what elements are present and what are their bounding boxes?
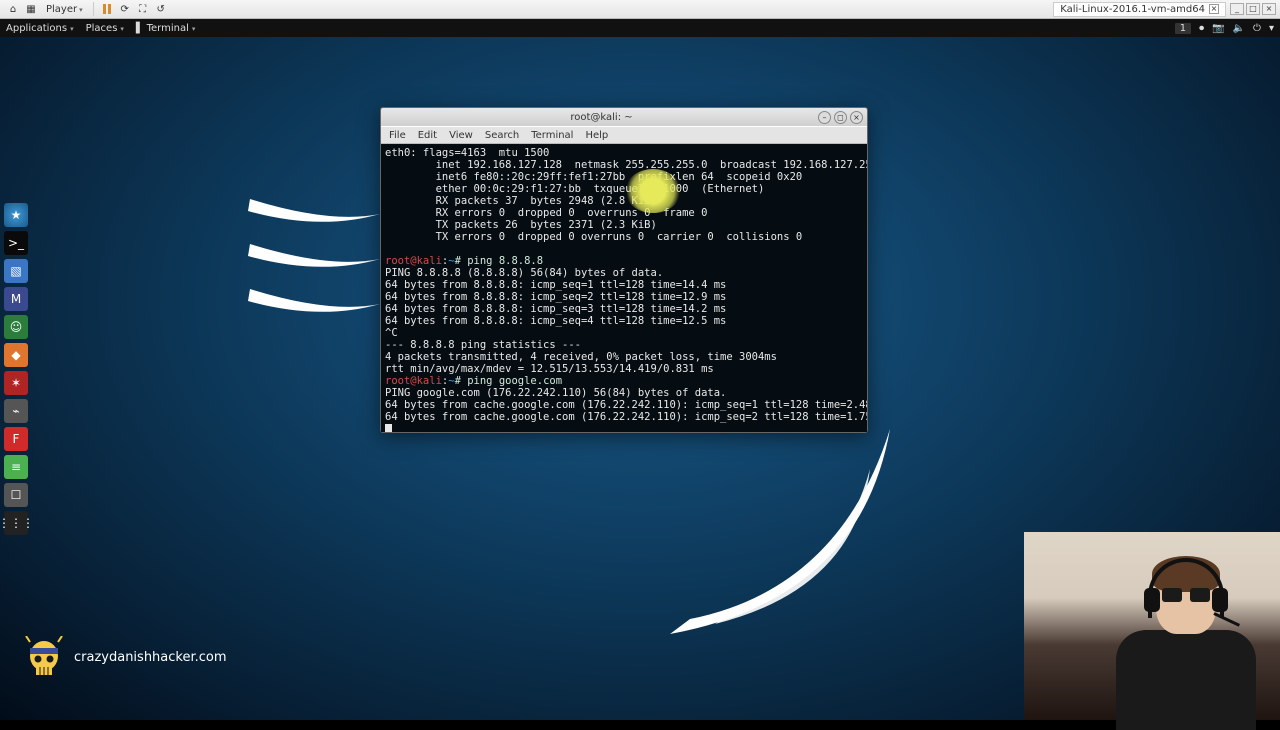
terminal-cursor	[385, 424, 392, 432]
vm-tab-close-icon[interactable]: ×	[1209, 4, 1219, 14]
terminal-window: root@kali: ~ – ◻ × File Edit View Search Ter…	[380, 107, 868, 433]
dock-leafpad[interactable]: ≡	[4, 455, 28, 479]
record-icon[interactable]: ⏺	[1199, 23, 1204, 34]
unity-icon[interactable]: ↺	[154, 2, 168, 16]
power-icon[interactable]: ⏻	[1253, 23, 1261, 34]
home-icon[interactable]: ⌂	[6, 2, 20, 16]
toolbar-separator	[93, 2, 94, 16]
dock-starred[interactable]: ★	[4, 203, 28, 227]
dock-tweaks[interactable]: ☐	[4, 483, 28, 507]
applications-menu[interactable]: Applications	[6, 23, 74, 34]
window-close-icon[interactable]: ×	[850, 111, 863, 124]
dock-beef[interactable]: ⌁	[4, 399, 28, 423]
active-app-menu[interactable]: ▌Terminal	[136, 23, 195, 34]
library-icon[interactable]: ▦	[24, 2, 38, 16]
vmware-toolbar: ⌂ ▦ Player ⟳ ⛶ ↺ Kali-Linux-2016.1-vm-am…	[0, 0, 1280, 19]
fullscreen-icon[interactable]: ⛶	[136, 2, 150, 16]
dock-metasploit[interactable]: M	[4, 287, 28, 311]
dock-terminal[interactable]: >_	[4, 231, 28, 255]
window-maximize-icon[interactable]: ◻	[834, 111, 847, 124]
player-menu[interactable]: Player	[42, 4, 87, 15]
dock: ★ >_ ▧ M ☺ ◆ ✶ ⌁ F ≡ ☐ ⋮⋮⋮	[0, 199, 32, 539]
terminal-title: root@kali: ~	[385, 112, 818, 123]
swoosh-decoration-large	[660, 399, 920, 639]
gnome-topbar: Applications Places ▌Terminal 1 ⏺ 📷 🔈 ⏻ …	[0, 19, 1280, 37]
vmware-toolbar-left: ⌂ ▦ Player ⟳ ⛶ ↺	[0, 2, 174, 16]
workspace-indicator[interactable]: 1	[1175, 23, 1191, 34]
watermark: crazydanishhacker.com	[24, 636, 227, 678]
terminal-body[interactable]: eth0: flags=4163 mtu 1500 inet 192.168.1…	[381, 144, 867, 432]
swoosh-decoration	[240, 189, 390, 329]
vm-tab-title: Kali-Linux-2016.1-vm-amd64	[1060, 4, 1205, 15]
viking-skull-icon	[24, 636, 64, 678]
terminal-menu-terminal[interactable]: Terminal	[531, 130, 573, 141]
webcam-overlay	[1024, 532, 1280, 720]
terminal-menubar: File Edit View Search Terminal Help	[381, 126, 867, 144]
dock-faraday[interactable]: F	[4, 427, 28, 451]
vm-tab[interactable]: Kali-Linux-2016.1-vm-amd64 ×	[1053, 2, 1226, 17]
vmware-minimize-icon[interactable]: _	[1230, 3, 1244, 15]
pause-icon[interactable]	[100, 2, 114, 16]
dock-maltego[interactable]: ✶	[4, 371, 28, 395]
vmware-maximize-icon[interactable]: □	[1246, 3, 1260, 15]
dock-show-apps[interactable]: ⋮⋮⋮	[4, 511, 28, 535]
gnome-tray: 1 ⏺ 📷 🔈 ⏻ ▾	[1175, 23, 1274, 34]
window-controls: – ◻ ×	[818, 111, 863, 124]
terminal-menu-view[interactable]: View	[449, 130, 473, 141]
guest-desktop: Applications Places ▌Terminal 1 ⏺ 📷 🔈 ⏻ …	[0, 19, 1280, 720]
camera-icon[interactable]: 📷	[1212, 23, 1224, 34]
terminal-menu-search[interactable]: Search	[485, 130, 519, 141]
window-minimize-icon[interactable]: –	[818, 111, 831, 124]
dock-files[interactable]: ▧	[4, 259, 28, 283]
webcam-person	[1096, 550, 1256, 720]
volume-icon[interactable]: 🔈	[1233, 23, 1245, 34]
terminal-menu-edit[interactable]: Edit	[418, 130, 437, 141]
terminal-menu-help[interactable]: Help	[585, 130, 608, 141]
watermark-text: crazydanishhacker.com	[74, 650, 227, 665]
chevron-down-icon[interactable]: ▾	[1269, 23, 1274, 34]
vmware-window-controls: _ □ ×	[1226, 3, 1280, 15]
dock-burp[interactable]: ◆	[4, 343, 28, 367]
terminal-titlebar[interactable]: root@kali: ~ – ◻ ×	[381, 108, 867, 126]
terminal-menu-file[interactable]: File	[389, 130, 406, 141]
send-cad-icon[interactable]: ⟳	[118, 2, 132, 16]
vmware-close-icon[interactable]: ×	[1262, 3, 1276, 15]
places-menu[interactable]: Places	[86, 23, 124, 34]
dock-armitage[interactable]: ☺	[4, 315, 28, 339]
terminal-glyph-icon: ▌	[136, 23, 144, 34]
